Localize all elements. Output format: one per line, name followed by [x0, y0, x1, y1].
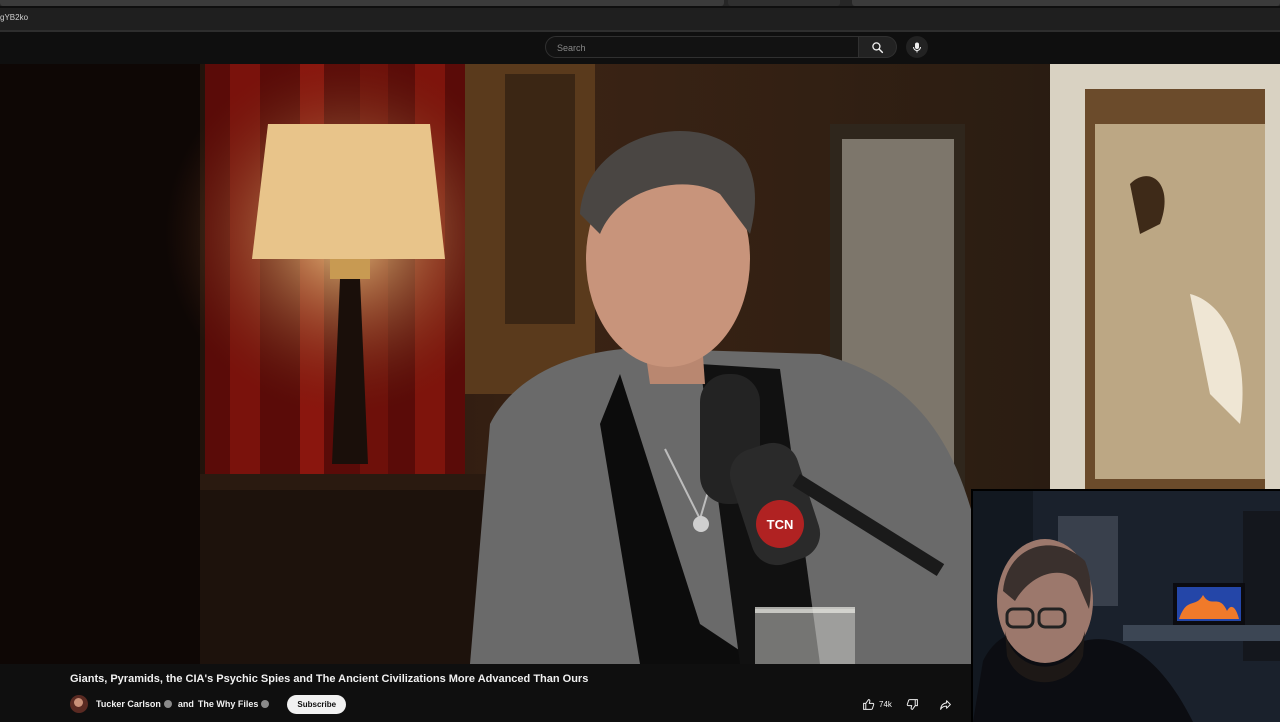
- channel-name-secondary[interactable]: The Why Files: [198, 699, 259, 709]
- thumbs-up-icon: [862, 698, 875, 711]
- browser-tab-strip: [0, 0, 1280, 6]
- webcam-overlay: [971, 489, 1280, 722]
- channel-joiner: and: [177, 699, 194, 709]
- video-title: Giants, Pyramids, the CIA's Psychic Spie…: [70, 673, 589, 685]
- video-info: Giants, Pyramids, the CIA's Psychic Spie…: [0, 664, 970, 720]
- browser-tab[interactable]: [0, 0, 724, 6]
- share-button[interactable]: [939, 698, 952, 711]
- action-bar: 74k: [862, 694, 952, 714]
- search-input[interactable]: [555, 42, 849, 54]
- thumbs-down-icon: [906, 698, 919, 711]
- browser-tab[interactable]: [852, 0, 1280, 6]
- mic-icon: [913, 42, 921, 52]
- search-icon: [872, 41, 884, 53]
- like-count: 74k: [879, 699, 892, 709]
- like-button[interactable]: 74k: [862, 694, 892, 714]
- url-text: gYB2ko: [0, 13, 29, 22]
- browser-tab[interactable]: [728, 0, 840, 6]
- mic-badge-text: TCN: [767, 517, 794, 532]
- verified-icon: [163, 700, 172, 708]
- dislike-button[interactable]: [906, 698, 919, 711]
- youtube-header: [0, 32, 1280, 64]
- share-icon: [939, 698, 952, 711]
- channel-row: Tucker Carlson and The Why Files Subscri…: [70, 694, 347, 714]
- search-button[interactable]: [859, 36, 897, 58]
- verified-icon: [261, 700, 270, 708]
- search-box[interactable]: [545, 36, 859, 58]
- voice-search-button[interactable]: [906, 36, 928, 58]
- webcam-frame: [973, 491, 1280, 722]
- address-bar[interactable]: gYB2ko: [0, 8, 1280, 32]
- subscribe-button[interactable]: Subscribe: [287, 694, 347, 714]
- channel-avatar[interactable]: [70, 695, 88, 713]
- channel-name-primary[interactable]: Tucker Carlson: [96, 699, 161, 709]
